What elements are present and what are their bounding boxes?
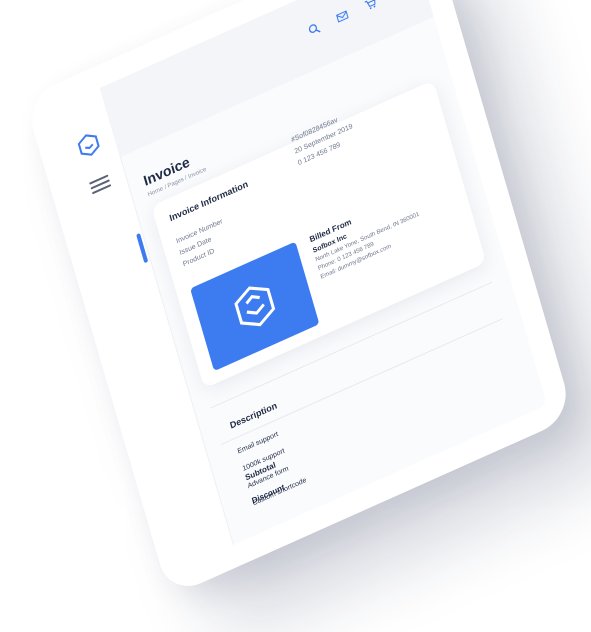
app-screen: Invoice Home / Pages / Invoice Invoice I…: [50, 0, 547, 567]
sidebar-active-indicator: [136, 232, 149, 264]
search-icon[interactable]: [304, 18, 324, 40]
bell-icon[interactable]: [389, 0, 409, 2]
topbar-icons: [304, 0, 408, 40]
tablet-device: Invoice Home / Pages / Invoice Invoice I…: [24, 0, 574, 598]
cart-icon[interactable]: [361, 0, 381, 15]
invoice-info-title: Invoice Information: [168, 178, 250, 224]
menu-toggle-icon[interactable]: [88, 172, 112, 196]
sofbox-logo-icon: [234, 286, 276, 327]
brand-logo-icon[interactable]: [74, 128, 103, 161]
invoice-info-values: #Sof0828456av 20 September 2019 0 123 45…: [290, 110, 358, 170]
invoice-info-labels: Invoice Number Issue Date Product ID: [175, 216, 231, 271]
company-logo: [190, 241, 320, 372]
description-title: Description: [228, 400, 279, 431]
billed-from-block: Billed From Sofbox Inc North Lake Yone, …: [309, 189, 426, 280]
mail-icon[interactable]: [333, 5, 353, 27]
invoice-info-card: Invoice Information Invoice Number Issue…: [151, 80, 487, 389]
